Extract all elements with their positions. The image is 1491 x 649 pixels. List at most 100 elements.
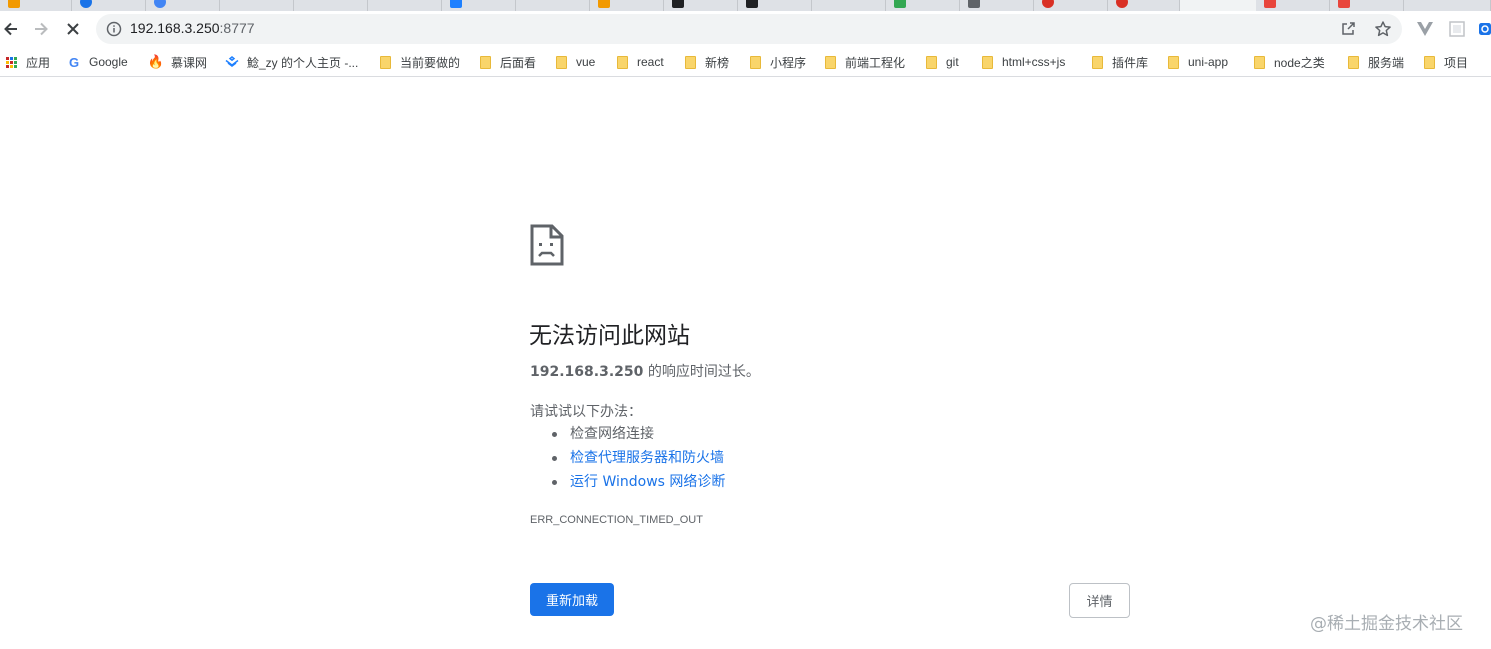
error-description: 192.168.3.250 的响应时间过长。 — [530, 361, 760, 381]
suggestion-check-proxy-link[interactable]: 检查代理服务器和防火墙 — [552, 448, 725, 472]
folder-icon — [1422, 55, 1436, 69]
back-button[interactable] — [0, 15, 25, 43]
folder-icon — [615, 55, 629, 69]
bookmark-label: html+css+js — [1002, 55, 1066, 69]
tab-favicon — [154, 0, 166, 8]
folder-icon — [1252, 55, 1266, 69]
bookmark-label: git — [946, 55, 959, 69]
suggestion-check-network: 检查网络连接 — [552, 424, 725, 448]
bookmark-folder[interactable]: node之类 — [1252, 54, 1325, 70]
bookmark-label: 前端工程化 — [845, 55, 906, 70]
tab-favicon — [894, 0, 906, 8]
folder-icon — [924, 55, 938, 69]
bookmark-folder[interactable]: 项目 — [1422, 54, 1468, 70]
tab[interactable] — [590, 0, 664, 11]
bookmark-label: 新榜 — [705, 55, 730, 70]
bookmark-folder[interactable]: uni-app — [1166, 54, 1228, 70]
bookmark-apps[interactable]: 应用 — [4, 54, 50, 70]
imooc-icon: 🔥 — [147, 54, 165, 69]
folder-icon — [1090, 55, 1104, 69]
forward-button[interactable] — [27, 15, 55, 43]
details-button[interactable]: 详情 — [1069, 583, 1130, 618]
google-icon: G — [68, 54, 80, 70]
info-icon[interactable] — [106, 21, 122, 41]
error-description-suffix: 的响应时间过长。 — [643, 364, 760, 380]
bookmark-label: 插件库 — [1112, 55, 1149, 70]
url-text[interactable]: 192.168.3.250:8777 — [130, 20, 255, 36]
suggestion-windows-diagnostics-link[interactable]: 运行 Windows 网络诊断 — [552, 472, 725, 496]
folder-icon — [823, 55, 837, 69]
tab[interactable] — [1404, 0, 1491, 11]
folder-icon — [748, 55, 762, 69]
tab-favicon — [968, 0, 980, 8]
bookmark-juejin-profile[interactable]: 鯰_zy 的个人主页 -... — [225, 54, 358, 70]
tab[interactable] — [1330, 0, 1404, 11]
star-icon[interactable] — [1374, 20, 1392, 42]
bookmark-label: react — [637, 55, 664, 69]
tab-strip — [0, 0, 1491, 11]
url-port: :8777 — [219, 20, 255, 36]
tab-favicon — [1338, 0, 1350, 8]
tab[interactable] — [294, 0, 368, 11]
arrow-right-icon — [35, 22, 48, 36]
extension-icon[interactable] — [1447, 19, 1467, 39]
tab[interactable] — [1256, 0, 1330, 11]
folder-icon — [478, 55, 492, 69]
bookmark-folder[interactable]: vue — [554, 54, 595, 70]
bookmark-imooc[interactable]: 🔥 慕课网 — [147, 54, 207, 70]
folder-icon — [1166, 55, 1180, 69]
bookmark-folder[interactable]: html+css+js — [980, 54, 1065, 70]
tab[interactable] — [368, 0, 442, 11]
bookmark-folder[interactable]: 当前要做的 — [378, 54, 460, 70]
error-host: 192.168.3.250 — [530, 364, 644, 380]
bookmark-folder[interactable]: 新榜 — [683, 54, 729, 70]
bookmark-label: 项目 — [1444, 55, 1469, 70]
bookmarks-bar: 应用 G Google 🔥 慕课网 鯰_zy 的个人主页 -... 当前要做的 … — [0, 47, 1491, 77]
bookmark-label: 后面看 — [500, 55, 537, 70]
tab[interactable] — [738, 0, 812, 11]
bookmark-label: node之类 — [1274, 55, 1325, 70]
tab-active[interactable] — [1180, 0, 1256, 11]
tab[interactable] — [442, 0, 516, 11]
apps-grid-icon — [4, 55, 18, 69]
bookmark-folder[interactable]: 后面看 — [478, 54, 536, 70]
tab[interactable] — [72, 0, 146, 11]
tab-favicon — [672, 0, 684, 8]
bookmark-folder[interactable]: 服务端 — [1346, 54, 1404, 70]
tab[interactable] — [886, 0, 960, 11]
arrow-left-icon — [4, 22, 17, 36]
bookmark-folder[interactable]: 插件库 — [1090, 54, 1148, 70]
bookmark-google[interactable]: G Google — [67, 54, 128, 70]
tab-favicon — [80, 0, 92, 8]
extension-icon[interactable] — [1479, 19, 1491, 39]
suggestions-list: 检查网络连接 检查代理服务器和防火墙 运行 Windows 网络诊断 — [552, 424, 725, 496]
tab[interactable] — [146, 0, 220, 11]
tab[interactable] — [220, 0, 294, 11]
tab[interactable] — [516, 0, 590, 11]
tab[interactable] — [1034, 0, 1108, 11]
reload-button[interactable]: 重新加载 — [530, 583, 614, 616]
folder-icon — [554, 55, 568, 69]
share-icon[interactable] — [1340, 21, 1356, 41]
bookmark-folder[interactable]: 小程序 — [748, 54, 806, 70]
bookmark-label: 鯰_zy 的个人主页 -... — [247, 55, 359, 70]
stop-loading-button[interactable] — [59, 15, 87, 43]
tab[interactable] — [664, 0, 738, 11]
folder-icon — [1346, 55, 1360, 69]
bookmark-folder[interactable]: 前端工程化 — [823, 54, 905, 70]
address-bar[interactable]: 192.168.3.250:8777 — [96, 14, 1402, 44]
tab-favicon — [1264, 0, 1276, 8]
bookmark-folder[interactable]: react — [615, 54, 664, 70]
tab[interactable] — [1108, 0, 1180, 11]
error-title: 无法访问此网站 — [529, 323, 690, 349]
error-code: ERR_CONNECTION_TIMED_OUT — [530, 514, 703, 526]
tab-favicon — [1042, 0, 1054, 8]
vue-devtools-extension-icon[interactable] — [1415, 19, 1435, 39]
tab-favicon — [450, 0, 462, 8]
url-host: 192.168.3.250 — [130, 20, 220, 36]
bookmark-folder[interactable]: git — [924, 54, 959, 70]
tab[interactable] — [812, 0, 886, 11]
tab[interactable] — [960, 0, 1034, 11]
tab[interactable] — [0, 0, 72, 11]
bookmark-label: vue — [576, 55, 596, 69]
